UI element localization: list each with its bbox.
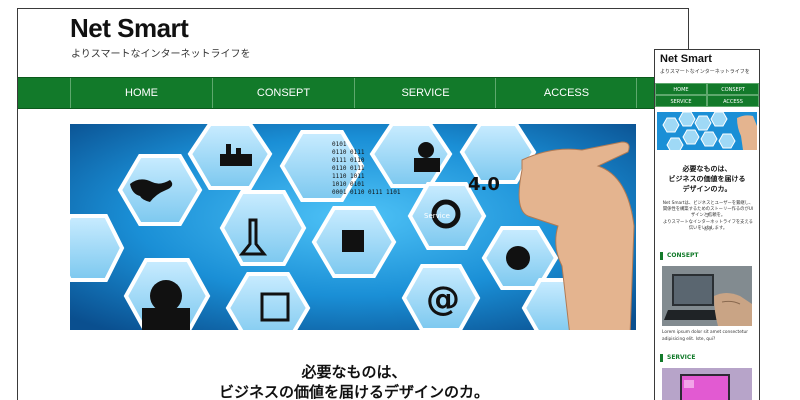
nav-service[interactable]: SERVICE [354,78,496,108]
mobile-mockup: Net Smart よりスマートなインターネットライフを HOME CONSEP… [654,49,760,400]
hero-binary-6: 1010 0101 [332,181,365,188]
mobile-nav-home[interactable]: HOME [655,83,707,95]
hero-binary-3: 0111 0110 [332,157,365,164]
mobile-headline-line3: デザインのカ。 [682,185,732,193]
service-image [662,368,752,400]
nav-access[interactable]: ACCESS [495,78,637,108]
hero-binary-1: 0101 [332,141,347,148]
consept-image [662,266,752,326]
hero-binary-7: 0001 0110 [332,189,365,196]
mobile-headline-line2: ビジネスの価値を届ける [668,175,746,183]
mobile-nav: HOME CONSEPT SERVICE ACCESS [655,83,759,107]
mobile-hero-image [657,112,757,150]
hero-binary-2: 0110 0111 [332,149,365,156]
hero-badge: 4.0 [468,174,500,195]
desktop-mockup: Net Smart よりスマートなインターネットライフを HOME CONSEP… [17,8,689,400]
mobile-nav-service[interactable]: SERVICE [655,95,707,107]
svg-text:@: @ [426,279,460,319]
hero-headline-line1: 必要なものは、 [301,363,407,381]
mobile-section-service: SERVICE [660,354,695,362]
consept-caption-line2: adipisicing elit. Iste, qui? [662,337,716,342]
hero-service-label: Service [424,212,450,220]
mobile-site-logo[interactable]: Net Smart [660,53,712,65]
mobile-intro-line3: ザインと信頼を。 [690,213,726,218]
mobile-site-tagline: よりスマートなインターネットライフを [660,69,750,75]
hero-binary-5: 1110 1011 [332,173,365,180]
mobile-intro-line5: 伝いをいたします。 [688,226,728,231]
hero-binary-4: 0110 0111 [332,165,365,172]
consept-caption-line1: Lorem ipsum dolor sit amet consectetur [662,330,749,335]
hero-headline-line2: ビジネスの価値を届けるデザインのカ。 [218,383,489,400]
mobile-headline-line1: 必要なものは、 [682,165,732,173]
hero-binary-8: 0111 1101 [368,189,401,196]
mobile-section-consept: CONSEPT [660,252,698,260]
site-tagline: よりスマートなインターネットライフを [71,49,251,60]
mobile-nav-access[interactable]: ACCESS [707,95,759,107]
main-nav: HOME CONSEPT SERVICE ACCESS [18,77,688,109]
nav-consept[interactable]: CONSEPT [212,78,354,108]
site-logo[interactable]: Net Smart [70,13,189,44]
mobile-nav-consept[interactable]: CONSEPT [707,83,759,95]
nav-home[interactable]: HOME [70,78,212,108]
hero-image: @ 0101 0110 0111 0111 0110 0110 0111 111… [70,124,636,330]
